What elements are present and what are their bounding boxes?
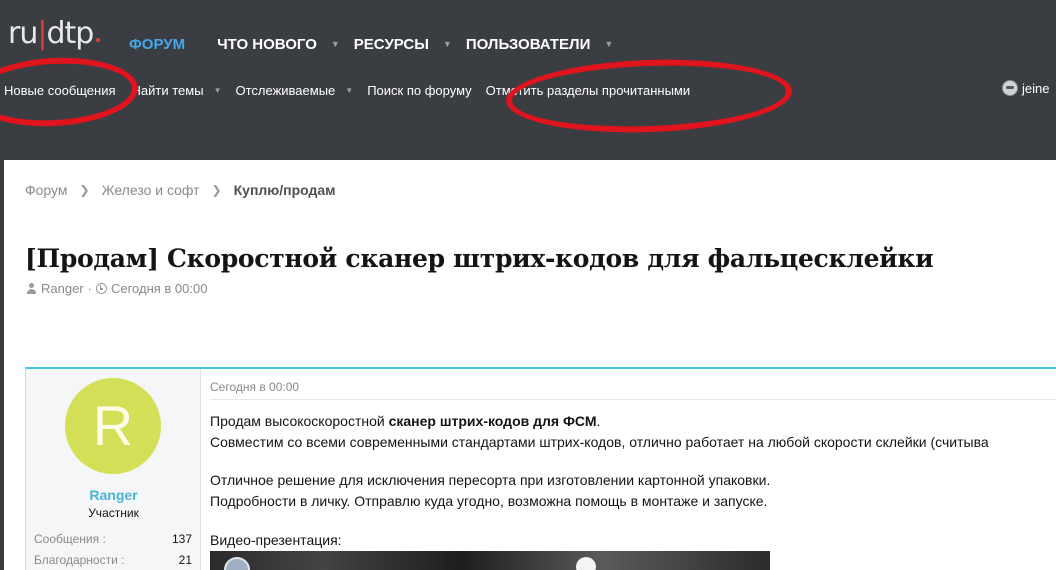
- stat-label: Благодарности :: [34, 553, 125, 567]
- tab-members-label: ПОЛЬЗОВАТЕЛИ: [465, 35, 591, 53]
- chevron-right-icon: ❯: [79, 183, 90, 197]
- thread-author[interactable]: Ranger: [41, 281, 84, 296]
- divider: [210, 399, 1056, 400]
- text-run: .: [596, 413, 601, 429]
- breadcrumb: Форум ❯ Железо и софт ❯ Куплю/продам: [25, 182, 336, 198]
- play-icon[interactable]: [576, 557, 596, 570]
- user-stat-thanks: Благодарности : 21: [34, 553, 192, 567]
- video-embed[interactable]: [210, 551, 770, 570]
- avatar: [1002, 80, 1018, 96]
- post-text-line: Подробности в личку. Отправлю куда угодн…: [210, 493, 768, 509]
- chevron-down-icon[interactable]: ▼: [214, 86, 222, 95]
- subnav-new-posts[interactable]: Новые сообщения: [4, 83, 116, 98]
- breadcrumb-item[interactable]: Железо и софт: [102, 182, 200, 198]
- subnav-find-threads-label: Найти темы: [131, 82, 204, 98]
- meta-separator: ·: [87, 281, 92, 296]
- stat-value: 21: [178, 553, 192, 567]
- post-message: R Ranger Участник Сообщения : 137 Благод…: [25, 367, 1056, 570]
- tab-resources-label: РЕСУРСЫ: [353, 35, 429, 53]
- site-header: ru|dtp ФОРУМ ЧТО НОВОГО ▼ РЕСУРСЫ ▼ ПОЛЬ…: [0, 0, 1056, 160]
- logo-text-a: ru: [8, 16, 38, 51]
- user-name: jeine: [1022, 80, 1050, 96]
- main-navigation: ФОРУМ ЧТО НОВОГО ▼ РЕСУРСЫ ▼ ПОЛЬЗОВАТЕЛ…: [129, 34, 613, 54]
- user-icon: [26, 283, 37, 294]
- clock-icon: [95, 283, 107, 294]
- text-run: Продам высокоскоростной: [210, 413, 389, 429]
- post-date[interactable]: Сегодня в 00:00: [210, 380, 299, 394]
- post-text-line: Продам высокоскоростной сканер штрих-код…: [210, 413, 600, 429]
- user-stat-messages: Сообщения : 137: [34, 532, 192, 546]
- subnav-find-threads[interactable]: Найти темы ▼: [132, 83, 222, 98]
- user-menu[interactable]: jeine: [1002, 80, 1049, 96]
- post-username[interactable]: Ranger: [26, 487, 201, 503]
- stat-label: Сообщения :: [34, 532, 106, 546]
- chevron-down-icon[interactable]: ▼: [604, 39, 613, 49]
- post-text-line: Отличное решение для исключения пересорт…: [210, 472, 771, 488]
- post-user-title: Участник: [88, 506, 139, 520]
- post-body: Сегодня в 00:00 Продам высокоскоростной …: [210, 369, 1056, 570]
- chevron-down-icon[interactable]: ▼: [443, 39, 452, 49]
- thread-meta: Ranger · Сегодня в 00:00: [26, 281, 207, 296]
- breadcrumb-current[interactable]: Куплю/продам: [234, 182, 336, 198]
- thread-date[interactable]: Сегодня в 00:00: [111, 281, 207, 296]
- tab-whats-new[interactable]: ЧТО НОВОГО ▼: [217, 36, 340, 53]
- stat-value: 137: [171, 532, 192, 546]
- subnav-mark-read[interactable]: Отметить разделы прочитанными: [486, 83, 690, 98]
- logo-dot: [96, 38, 101, 42]
- avatar[interactable]: R: [65, 378, 161, 474]
- post-text-line: Совместим со всеми современными стандарт…: [210, 434, 989, 450]
- post-user-panel: R Ranger Участник Сообщения : 137 Благод…: [26, 369, 201, 570]
- site-logo[interactable]: ru|dtp: [8, 16, 101, 56]
- tab-members[interactable]: ПОЛЬЗОВАТЕЛИ ▼: [466, 36, 613, 53]
- subnav-watched-label: Отслеживаемые: [235, 82, 336, 98]
- tab-forum[interactable]: ФОРУМ: [129, 36, 185, 53]
- tab-whats-new-label: ЧТО НОВОГО: [217, 35, 317, 53]
- chevron-right-icon: ❯: [211, 183, 222, 197]
- chevron-down-icon[interactable]: ▼: [331, 39, 340, 49]
- page-content: Форум ❯ Железо и софт ❯ Куплю/продам [Пр…: [4, 160, 1056, 570]
- page-title: [Продам] Скоростной сканер штрих-кодов д…: [25, 244, 934, 273]
- channel-logo-icon: [224, 557, 250, 570]
- logo-text-b: dtp: [46, 16, 94, 51]
- tab-resources[interactable]: РЕСУРСЫ ▼: [354, 36, 452, 53]
- sub-navigation: Новые сообщения Найти темы ▼ Отслеживаем…: [4, 80, 690, 100]
- subnav-watched[interactable]: Отслеживаемые ▼: [235, 83, 353, 98]
- bold-text: сканер штрих-кодов для ФСМ: [388, 413, 597, 429]
- subnav-search-forum[interactable]: Поиск по форуму: [367, 83, 471, 98]
- post-text-line: Видео-презентация:: [210, 532, 342, 548]
- chevron-down-icon[interactable]: ▼: [345, 86, 353, 95]
- breadcrumb-item[interactable]: Форум: [25, 182, 68, 198]
